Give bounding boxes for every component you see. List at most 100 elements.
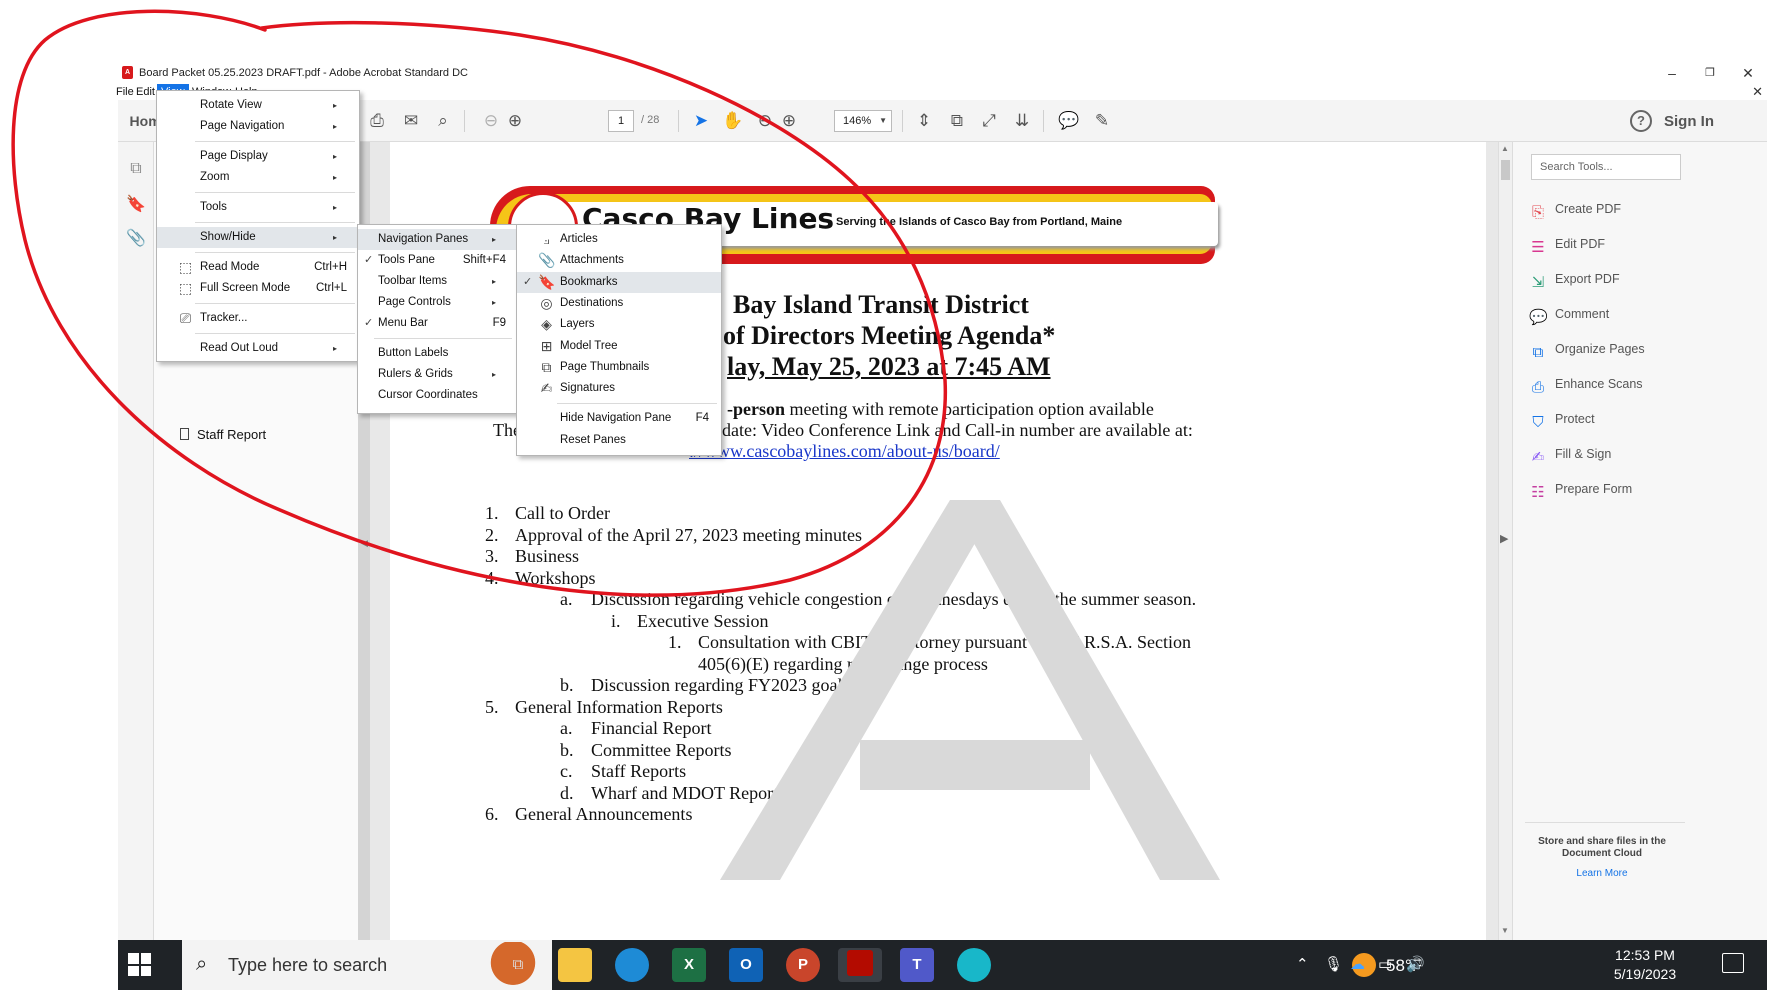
select-tool-icon[interactable]: ➤	[690, 110, 712, 132]
edge-browser-icon[interactable]	[615, 948, 649, 982]
highlight-pen-icon[interactable]: ✎	[1091, 110, 1113, 132]
acrobat-taskbar-icon[interactable]	[838, 948, 882, 982]
tool-comment[interactable]: 💬 Comment	[1529, 307, 1609, 327]
battery-icon[interactable]: ▭	[1378, 955, 1392, 973]
menu-item-rotate-view[interactable]: Rotate View ▸	[157, 95, 359, 116]
menu-item-read-out-loud[interactable]: Read Out Loud ▸	[157, 338, 359, 359]
file-explorer-icon[interactable]	[558, 948, 592, 982]
restore-button[interactable]: ❐	[1691, 62, 1729, 84]
heading-2: of Directors Meeting Agenda*	[723, 321, 1056, 350]
chevron-up-icon[interactable]: ⌃	[1296, 955, 1309, 973]
expand-right-pane-icon[interactable]: ▶	[1500, 532, 1508, 545]
powerpoint-icon[interactable]: P	[786, 948, 820, 982]
page-view-icon[interactable]: ⧉	[946, 110, 968, 132]
menu-item-read-mode[interactable]: ⬚ Read Mode Ctrl+H	[157, 257, 359, 278]
task-view-icon[interactable]: ⧉	[501, 948, 535, 982]
menu-item-tools-pane[interactable]: ✓ Tools Pane Shift+F4	[358, 250, 516, 271]
next-page-icon[interactable]: ⊕	[504, 110, 526, 132]
menu-item-menu-bar[interactable]: ✓ Menu Bar F9	[358, 313, 516, 334]
outlook-icon[interactable]: O	[729, 948, 763, 982]
menu-bar: File Edit View Window Help	[116, 84, 1767, 100]
search-icon[interactable]: ⌕	[432, 110, 454, 132]
zoom-select[interactable]: 146% ▼	[834, 110, 892, 132]
tool-export-pdf[interactable]: ⇲ Export PDF	[1529, 272, 1620, 292]
menu-item-page-controls[interactable]: Page Controls ▸	[358, 292, 516, 313]
board-page-link[interactable]: ://www.cascobaylines.com/about-us/board/	[689, 441, 1000, 462]
minimize-button[interactable]: –	[1653, 62, 1691, 84]
email-icon[interactable]: ✉	[400, 110, 422, 132]
document-close-icon[interactable]: ✕	[1752, 84, 1763, 100]
scroll-thumb[interactable]	[1501, 160, 1510, 180]
hand-tool-icon[interactable]: ✋	[722, 110, 744, 132]
paperclip-icon[interactable]: 📎	[126, 228, 146, 248]
tool-prepare-form[interactable]: ☷ Prepare Form	[1529, 482, 1632, 502]
volume-icon[interactable]: 🔊	[1406, 955, 1425, 973]
menu-item-destinations[interactable]: ◎ Destinations	[517, 293, 721, 314]
menu-item-page-navigation[interactable]: Page Navigation ▸	[157, 116, 359, 137]
menu-item-cursor-coordinates[interactable]: Cursor Coordinates	[358, 385, 516, 406]
tool-create-pdf[interactable]: ⎘ Create PDF	[1529, 202, 1621, 222]
zoom-out-icon[interactable]: ⊖	[754, 110, 776, 132]
menu-item-signatures[interactable]: ✍ Signatures	[517, 378, 721, 399]
agenda-item: Business	[515, 546, 580, 566]
menu-item-tools[interactable]: Tools ▸	[157, 197, 359, 218]
tool-enhance-scans[interactable]: ⎙ Enhance Scans	[1529, 377, 1643, 397]
print-icon[interactable]: ⎙	[366, 110, 388, 132]
menu-item-layers[interactable]: ◈ Layers	[517, 314, 721, 335]
bookmark-staff-report[interactable]: Staff Report	[180, 427, 266, 442]
taskbar: ⌕ Type here to search ⧉ X O P T 58°F ⌃ 🎙…	[118, 940, 1767, 990]
zoom-in-icon[interactable]: ⊕	[778, 110, 800, 132]
tool-organize-pages[interactable]: ⧉ Organize Pages	[1529, 342, 1645, 362]
microphone-icon[interactable]: 🎙	[1324, 955, 1343, 973]
menu-item-full-screen-mode[interactable]: ⬚ Full Screen Mode Ctrl+L	[157, 278, 359, 299]
close-button[interactable]: ✕	[1729, 62, 1767, 84]
layers-icon: ◈	[541, 316, 552, 333]
menu-item-rulers-grids[interactable]: Rulers & Grids ▸	[358, 364, 516, 385]
fit-page-icon[interactable]: ⇕	[913, 110, 935, 132]
teams-icon[interactable]: T	[900, 948, 934, 982]
menu-item-navigation-panes[interactable]: Navigation Panes ▸	[358, 229, 516, 250]
agenda-number: 1.	[668, 632, 682, 652]
tool-protect[interactable]: ⛉ Protect	[1529, 412, 1594, 432]
comment-icon[interactable]: 💬	[1058, 110, 1080, 132]
search-tools-input[interactable]: Search Tools...	[1531, 154, 1681, 180]
menu-item-show-hide[interactable]: Show/Hide ▸	[157, 227, 359, 248]
sign-in-button[interactable]: Sign In	[1664, 113, 1714, 130]
menu-item-reset-panes[interactable]: Reset Panes	[517, 430, 721, 451]
bookmark-icon[interactable]: 🔖	[126, 194, 146, 214]
menu-item-zoom[interactable]: Zoom ▸	[157, 167, 359, 188]
menu-edit[interactable]: Edit	[132, 84, 159, 100]
menu-item-bookmarks[interactable]: ✓ 🔖 Bookmarks	[517, 271, 721, 293]
help-icon[interactable]: ?	[1630, 110, 1652, 132]
windows-start-icon[interactable]	[128, 953, 152, 977]
menu-separator	[557, 403, 717, 405]
collapse-arrow-icon[interactable]: ◀	[361, 538, 368, 549]
menu-item-page-thumbnails[interactable]: ⧉ Page Thumbnails	[517, 357, 721, 378]
menu-item-model-tree[interactable]: ⊞ Model Tree	[517, 336, 721, 357]
learn-more-link[interactable]: Learn More	[1527, 868, 1677, 879]
notification-icon[interactable]	[1722, 953, 1744, 973]
tool-fill-sign[interactable]: ✍ Fill & Sign	[1529, 447, 1612, 467]
menu-item-toolbar-items[interactable]: Toolbar Items ▸	[358, 271, 516, 292]
scroll-up-icon[interactable]: ▲	[1501, 144, 1509, 153]
bookmark-icon	[180, 428, 189, 440]
previous-page-icon[interactable]: ⊖	[480, 110, 502, 132]
full-screen-icon[interactable]: ⤢	[978, 110, 1000, 132]
tool-edit-pdf[interactable]: ☰ Edit PDF	[1529, 237, 1605, 257]
menu-item-label: Tools Pane	[378, 254, 435, 266]
page-thumbnails-icon[interactable]: ⧉	[126, 160, 146, 180]
menu-item-page-display[interactable]: Page Display ▸	[157, 146, 359, 167]
menu-item-hide-navigation-pane[interactable]: Hide Navigation Pane F4	[517, 408, 721, 429]
onedrive-icon[interactable]: ☁	[1350, 955, 1365, 973]
menu-item-tracker[interactable]: ⎚ Tracker...	[157, 308, 359, 329]
taskbar-search-box[interactable]: ⌕ Type here to search	[182, 940, 552, 990]
menu-item-button-labels[interactable]: Button Labels	[358, 343, 516, 364]
webex-icon[interactable]	[957, 948, 991, 982]
excel-icon[interactable]: X	[672, 948, 706, 982]
system-clock[interactable]: 12:53 PM 5/19/2023	[1606, 946, 1684, 984]
scroll-mode-icon[interactable]: ⇊	[1011, 110, 1033, 132]
menu-item-attachments[interactable]: 📎 Attachments	[517, 250, 721, 271]
agenda-item: Approval of the April 27, 2023 meeting m…	[515, 524, 862, 545]
scroll-down-icon[interactable]: ▼	[1501, 926, 1509, 935]
menu-item-articles[interactable]: ⟓ Articles	[517, 229, 721, 250]
